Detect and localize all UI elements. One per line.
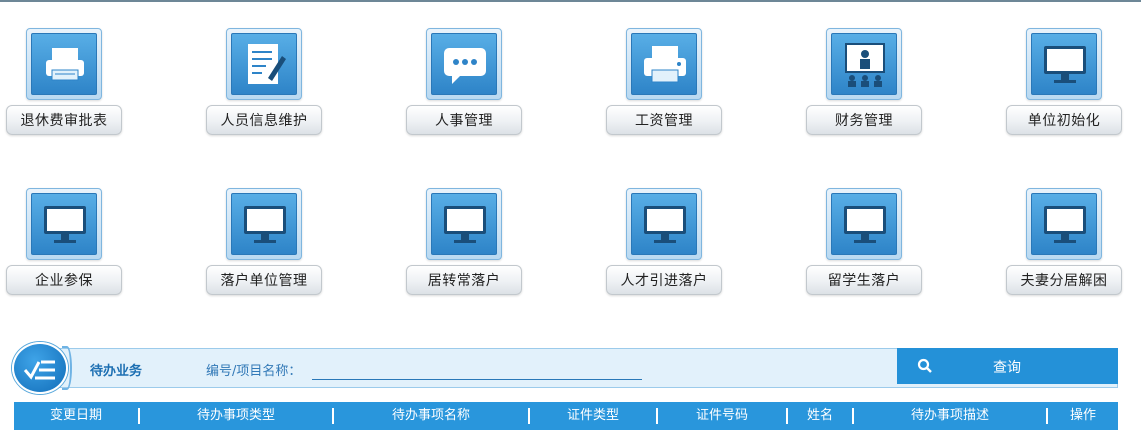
printer-icon (31, 33, 97, 95)
column-header[interactable]: 待办事项名称 (334, 402, 528, 430)
tile-overseas-student[interactable]: 留学生落户 (806, 188, 922, 300)
monitor-icon (631, 193, 697, 255)
tile-label: 留学生落户 (806, 265, 922, 295)
tile-label: 人事管理 (406, 105, 522, 135)
monitor-icon (1031, 33, 1097, 95)
tile-salary-management[interactable]: 工资管理 (606, 28, 722, 140)
search-input[interactable] (312, 356, 642, 380)
tile-residence-permanent[interactable]: 居转常落户 (406, 188, 522, 300)
tile-retirement-approval[interactable]: 退休费审批表 (6, 28, 122, 140)
column-header[interactable]: 变更日期 (14, 402, 138, 430)
monitor-icon (431, 193, 497, 255)
tile-talent-introduction[interactable]: 人才引进落户 (606, 188, 722, 300)
tile-finance-management[interactable]: 财务管理 (806, 28, 922, 140)
monitor-icon (831, 193, 897, 255)
monitor-icon (31, 193, 97, 255)
tile-settle-unit-management[interactable]: 落户单位管理 (206, 188, 322, 300)
column-header[interactable]: 证件号码 (658, 402, 786, 430)
edit-document-icon (231, 33, 297, 95)
search-field-label: 编号/项目名称： (206, 364, 302, 379)
pending-table-header: 变更日期 待办事项类型 待办事项名称 证件类型 证件号码 姓名 待办事项描述 操… (14, 402, 1118, 430)
tile-personnel-info[interactable]: 人员信息维护 (206, 28, 322, 140)
monitor-icon (1031, 193, 1097, 255)
checklist-icon (12, 342, 68, 394)
search-button-label: 查询 (993, 360, 1021, 376)
tile-unit-init[interactable]: 单位初始化 (1006, 28, 1122, 140)
column-header[interactable]: 姓名 (788, 402, 852, 430)
presentation-icon (831, 33, 897, 95)
pending-section-title: 待办业务 (90, 364, 143, 379)
tile-label: 企业参保 (6, 265, 122, 295)
search-icon (917, 358, 932, 373)
tile-hr-management[interactable]: 人事管理 (406, 28, 522, 140)
tile-label: 人员信息维护 (206, 105, 322, 135)
search-button[interactable]: 查询 (897, 348, 1118, 384)
column-header[interactable]: 证件类型 (530, 402, 656, 430)
pending-search-bar: 待办业务 编号/项目名称： 查询 (12, 342, 1118, 394)
column-header[interactable]: 待办事项描述 (854, 402, 1046, 430)
function-tiles: 退休费审批表 人员信息维护 人事管理 工资管理 财务管理 单位初始化 企业参保 … (0, 0, 1141, 320)
tile-label: 单位初始化 (1006, 105, 1122, 135)
tile-label: 退休费审批表 (6, 105, 122, 135)
printer-icon (631, 33, 697, 95)
column-header[interactable]: 待办事项类型 (140, 402, 332, 430)
tile-couple-reunion[interactable]: 夫妻分居解困 (1006, 188, 1122, 300)
tile-label: 人才引进落户 (606, 265, 722, 295)
monitor-icon (231, 193, 297, 255)
tile-enterprise-insurance[interactable]: 企业参保 (6, 188, 122, 300)
column-header[interactable]: 操作 (1048, 402, 1118, 430)
tile-label: 居转常落户 (406, 265, 522, 295)
tile-label: 夫妻分居解困 (1006, 265, 1122, 295)
chat-bubble-icon (431, 33, 497, 95)
tile-label: 落户单位管理 (206, 265, 322, 295)
tile-label: 财务管理 (806, 105, 922, 135)
tile-label: 工资管理 (606, 105, 722, 135)
